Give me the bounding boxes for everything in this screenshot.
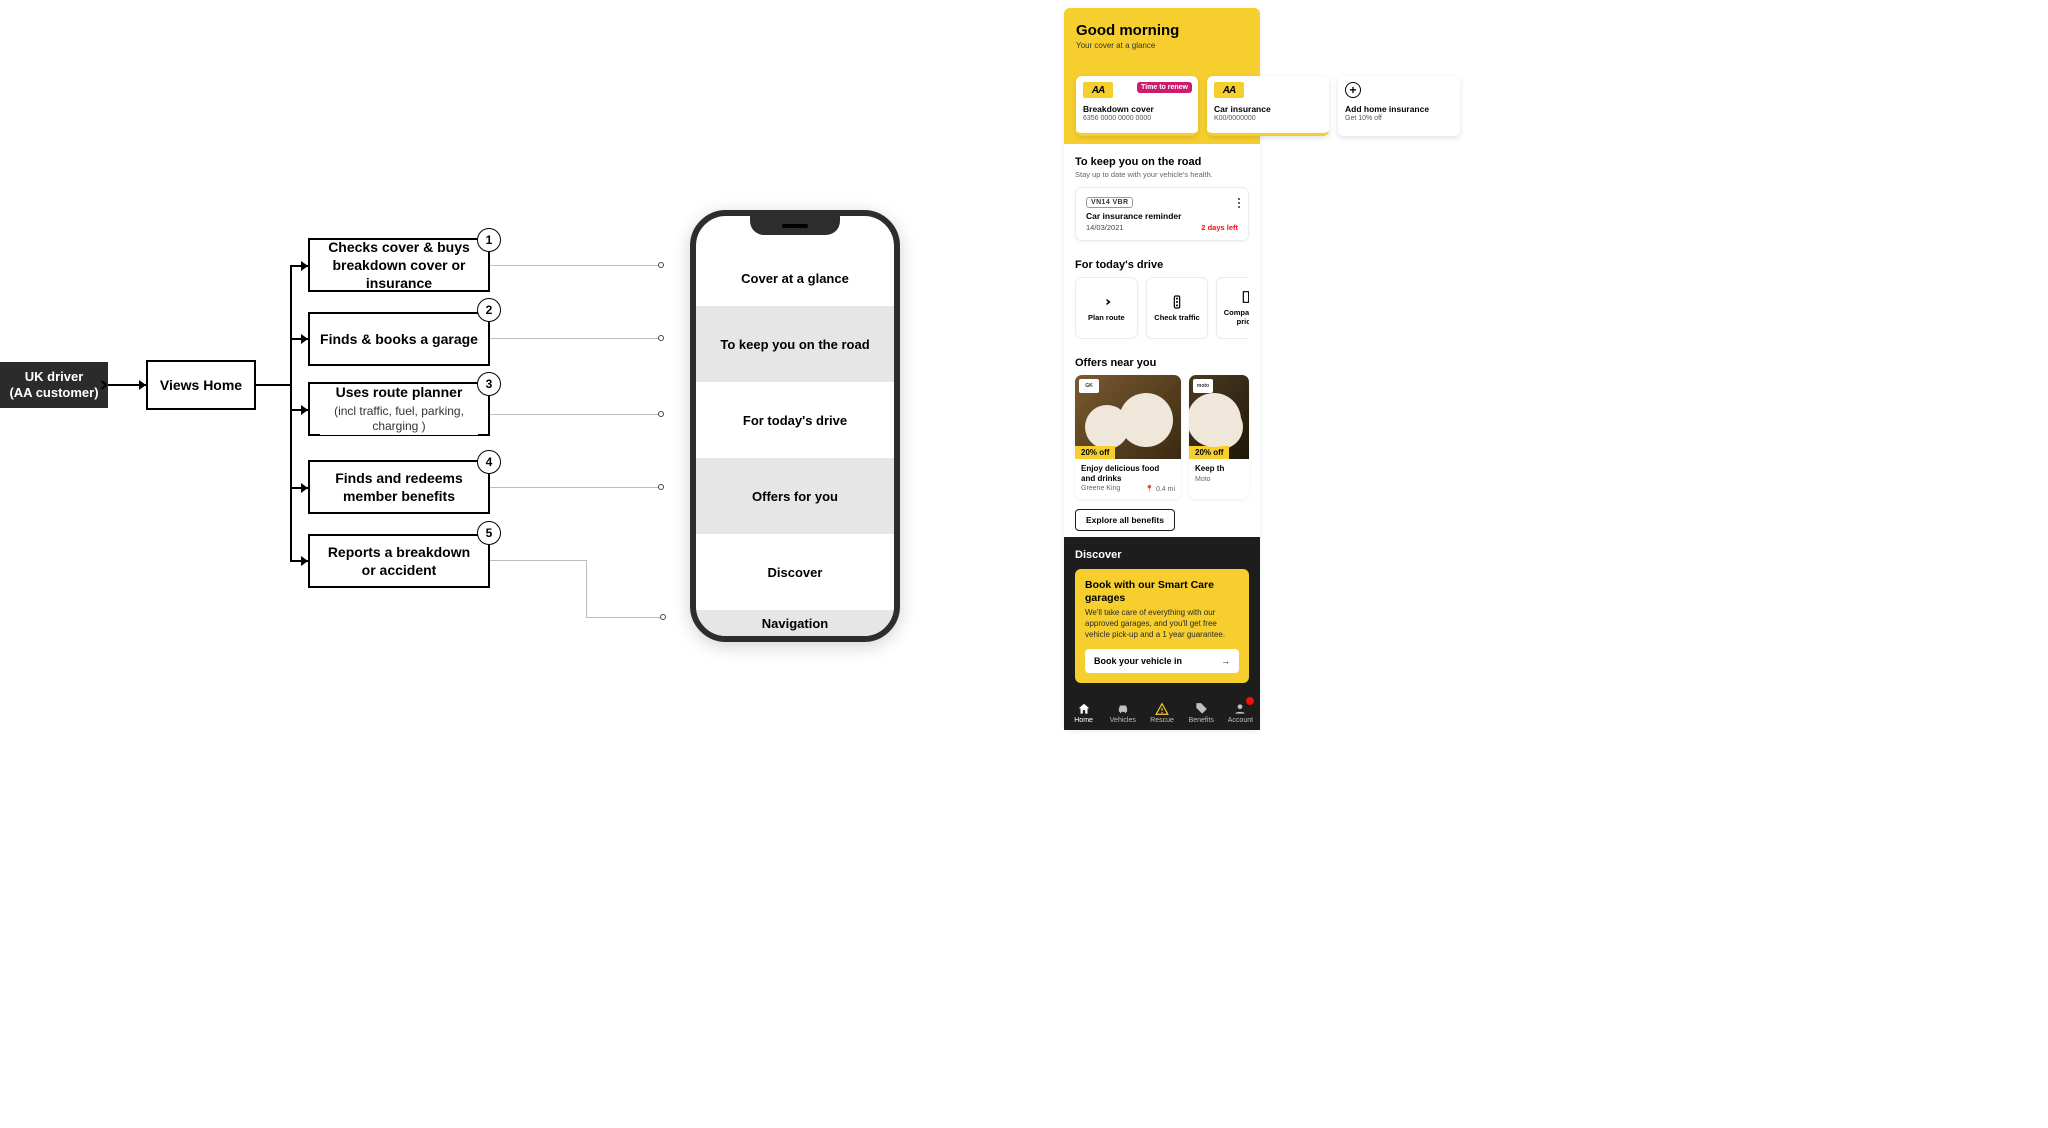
offer-tag: 20% off <box>1075 446 1115 459</box>
warning-icon <box>1155 702 1169 716</box>
reg-plate: VN14 VBR <box>1086 197 1133 208</box>
traffic-icon <box>1169 294 1185 310</box>
task-badge-3: 3 <box>477 372 501 396</box>
actor-label: UK driver (AA customer) <box>9 369 98 402</box>
kebab-icon[interactable] <box>1238 198 1240 208</box>
smartcare-body: We'll take care of everything with our a… <box>1085 608 1239 640</box>
smartcare-title: Book with our Smart Care garages <box>1085 579 1239 604</box>
task-box-2: Finds & books a garage <box>308 312 490 366</box>
offer-distance: 📍 0.4 mi <box>1145 485 1175 493</box>
renew-badge: Time to renew <box>1137 82 1192 93</box>
smartcare-card: Book with our Smart Care garages We'll t… <box>1075 569 1249 683</box>
road-hint: Stay up to date with your vehicle's heal… <box>1075 170 1249 179</box>
cover-cards-strip: AA Time to renew Breakdown cover 6356 00… <box>1076 76 1460 136</box>
tag-icon <box>1194 702 1208 716</box>
connector <box>256 384 290 386</box>
offers-title: Offers near you <box>1075 357 1249 369</box>
task-badge-5: 5 <box>477 521 501 545</box>
wf-section-drive: For today's drive <box>696 382 894 458</box>
reminder-days-left: 2 days left <box>1201 223 1238 232</box>
merchant-logo: moto <box>1193 379 1213 393</box>
road-section: To keep you on the road Stay up to date … <box>1064 144 1260 247</box>
task-box-1: Checks cover & buys breakdown cover or i… <box>308 238 490 292</box>
wf-section-road: To keep you on the road <box>696 306 894 382</box>
views-home-label: Views Home <box>160 376 242 394</box>
task-box-3: Uses route planner (incl traffic, fuel, … <box>308 382 490 436</box>
user-icon <box>1233 702 1247 716</box>
fuel-icon <box>1240 289 1249 305</box>
task-badge-1: 1 <box>477 228 501 252</box>
offer-caption: Keep th <box>1189 459 1249 476</box>
drive-title: For today's drive <box>1075 259 1249 271</box>
tab-account[interactable]: Account <box>1221 697 1260 730</box>
cover-card-add-home[interactable]: + Add home insurance Get 10% off <box>1338 76 1460 136</box>
tab-vehicles[interactable]: Vehicles <box>1103 697 1142 730</box>
tab-rescue[interactable]: Rescue <box>1142 697 1181 730</box>
actor-box: UK driver (AA customer) <box>0 362 108 408</box>
task-badge-4: 4 <box>477 450 501 474</box>
tab-benefits[interactable]: Benefits <box>1182 697 1221 730</box>
aa-logo-icon: AA <box>1083 82 1113 98</box>
views-home-box: Views Home <box>146 360 256 410</box>
connector <box>290 265 292 560</box>
offer-tag: 20% off <box>1189 446 1229 459</box>
offer-card-2[interactable]: moto 20% off Keep th Moto <box>1189 375 1249 499</box>
tile-plan-route[interactable]: Plan route <box>1075 277 1138 339</box>
reminder-card[interactable]: VN14 VBR Car insurance reminder 14/03/20… <box>1075 187 1249 241</box>
task-badge-2: 2 <box>477 298 501 322</box>
offers-section: Offers near you GK 20% off Enjoy delicio… <box>1064 345 1260 537</box>
offer-merchant: Moto <box>1195 476 1211 483</box>
reminder-title: Car insurance reminder <box>1086 211 1238 221</box>
road-title: To keep you on the road <box>1075 156 1249 168</box>
drive-section: For today's drive Plan route Check traff… <box>1064 247 1260 345</box>
wf-section-cover: Cover at a glance <box>696 250 894 306</box>
wf-section-nav: Navigation <box>696 610 894 636</box>
tab-home[interactable]: Home <box>1064 697 1103 730</box>
cover-card-breakdown[interactable]: AA Time to renew Breakdown cover 6356 00… <box>1076 76 1198 136</box>
greeting-subtitle: Your cover at a glance <box>1076 41 1248 50</box>
tile-compare-fuel[interactable]: Compare fuel prices <box>1216 277 1249 339</box>
explore-benefits-button[interactable]: Explore all benefits <box>1075 509 1175 531</box>
merchant-logo: GK <box>1079 379 1099 393</box>
offer-card-1[interactable]: GK 20% off Enjoy delicious food and drin… <box>1075 375 1181 499</box>
cover-card-insurance[interactable]: AA Car insurance K00/0000000 <box>1207 76 1329 136</box>
offer-merchant: Greene King <box>1081 485 1120 493</box>
discover-title: Discover <box>1075 549 1249 561</box>
greeting-title: Good morning <box>1076 22 1248 39</box>
notification-dot <box>1246 697 1254 705</box>
wf-section-discover: Discover <box>696 534 894 610</box>
arrow-right-icon <box>1098 294 1114 310</box>
task-box-4: Finds and redeems member benefits <box>308 460 490 514</box>
car-icon <box>1116 702 1130 716</box>
phone-wireframe: Cover at a glance To keep you on the roa… <box>690 210 900 642</box>
tab-bar: Home Vehicles Rescue Benefits Account <box>1064 697 1260 730</box>
plus-icon: + <box>1345 82 1361 98</box>
arrow-right-icon: → <box>1221 656 1230 666</box>
aa-logo-icon: AA <box>1214 82 1244 98</box>
reminder-date: 14/03/2021 <box>1086 223 1124 232</box>
tile-check-traffic[interactable]: Check traffic <box>1146 277 1209 339</box>
book-vehicle-button[interactable]: Book your vehicle in → <box>1085 649 1239 673</box>
offer-caption: Enjoy delicious food and drinks <box>1075 459 1181 485</box>
home-icon <box>1077 702 1091 716</box>
discover-section: Discover Book with our Smart Care garage… <box>1064 537 1260 697</box>
wf-section-offers: Offers for you <box>696 458 894 534</box>
task-box-5: Reports a breakdown or accident <box>308 534 490 588</box>
